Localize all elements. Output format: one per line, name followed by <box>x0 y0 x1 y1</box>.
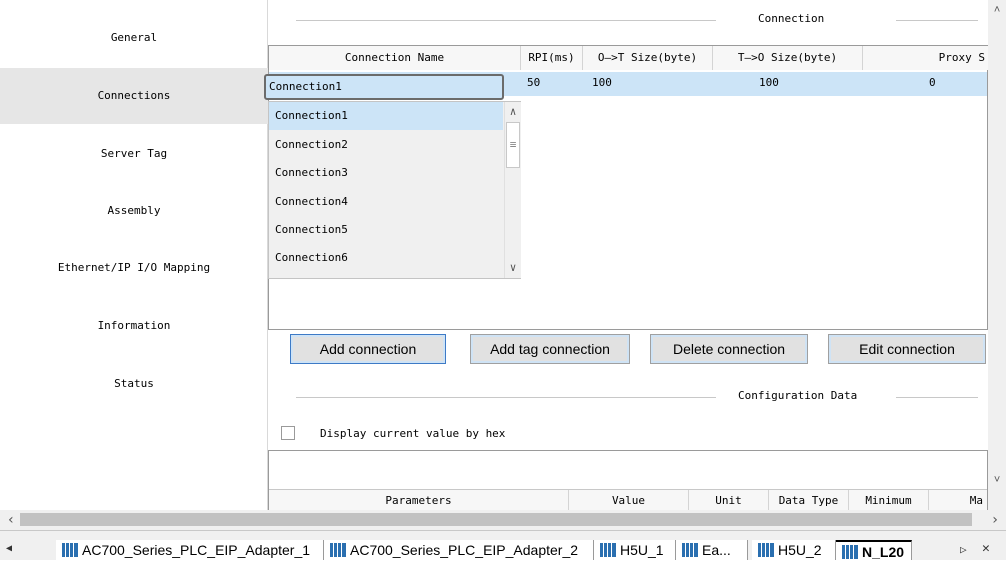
scroll-down-icon[interactable]: ˅ <box>988 472 1006 488</box>
config-data-table: Parameters Value Unit Data Type Minimum … <box>268 450 988 512</box>
section-divider <box>896 20 978 21</box>
tab-h5u-2[interactable]: H5U_2 <box>752 540 836 560</box>
plc-icon <box>600 543 616 557</box>
plc-icon <box>682 543 698 557</box>
connection-dropdown-list[interactable]: Connection1 Connection2 Connection3 Conn… <box>268 101 521 279</box>
close-icon[interactable]: ✕ <box>982 541 990 556</box>
config-section-title: Configuration Data <box>730 389 866 402</box>
tab-h5u-1[interactable]: H5U_1 <box>594 540 676 560</box>
to-size-cell[interactable]: 100 <box>759 72 779 94</box>
tab-ea[interactable]: Ea... <box>676 540 748 560</box>
column-header-unit[interactable]: Unit <box>689 490 769 512</box>
column-header-connection-name[interactable]: Connection Name <box>269 46 521 70</box>
add-connection-button[interactable]: Add connection <box>290 334 446 364</box>
tab-n-l20[interactable]: N_L20 <box>836 540 912 560</box>
scroll-right-icon[interactable]: › <box>988 511 1002 529</box>
connection-section-title: Connection <box>750 12 833 25</box>
connection-name-combobox[interactable]: Connection1 <box>264 74 504 100</box>
horizontal-scrollbar[interactable]: ‹ › <box>0 510 1006 530</box>
dropdown-scrollbar[interactable]: ∧ ≡ ∨ <box>504 102 521 278</box>
rpi-cell[interactable]: 50 <box>527 72 540 94</box>
sidebar-item-server-tag[interactable]: Server Tag <box>0 126 268 182</box>
scroll-up-icon[interactable]: ∧ <box>505 104 521 120</box>
scroll-thumb[interactable]: ≡ <box>506 122 520 168</box>
dropdown-option[interactable]: Connection2 <box>269 131 503 159</box>
tab-label: N_L20 <box>862 544 905 560</box>
dropdown-option[interactable]: Connection4 <box>269 188 503 216</box>
dropdown-option[interactable]: Connection6 <box>269 244 503 272</box>
scroll-down-icon[interactable]: ∨ <box>505 260 521 276</box>
add-tag-connection-button[interactable]: Add tag connection <box>470 334 630 364</box>
section-divider <box>296 397 716 398</box>
display-hex-label: Display current value by hex <box>320 427 506 440</box>
tabs-scroll-right-icon[interactable]: ▷ <box>960 543 967 556</box>
column-header-value[interactable]: Value <box>569 490 689 512</box>
tab-label: AC700_Series_PLC_EIP_Adapter_1 <box>82 542 311 558</box>
column-header-ot-size[interactable]: O—>T Size(byte) <box>583 46 713 70</box>
delete-connection-button[interactable]: Delete connection <box>650 334 808 364</box>
plc-icon <box>62 543 78 557</box>
column-header-maximum[interactable]: Ma <box>929 490 987 512</box>
column-header-rpi[interactable]: RPI(ms) <box>521 46 583 70</box>
dropdown-option[interactable]: Connection3 <box>269 159 503 187</box>
config-table-header: Parameters Value Unit Data Type Minimum … <box>269 489 987 512</box>
proxy-cell[interactable]: 0 <box>929 72 936 94</box>
tab-label: Ea... <box>702 542 731 558</box>
tab-ac700-adapter-2[interactable]: AC700_Series_PLC_EIP_Adapter_2 <box>324 540 594 560</box>
grip-icon: ≡ <box>509 138 517 151</box>
sidebar-item-information[interactable]: Information <box>0 298 268 354</box>
sidebar-item-general[interactable]: General <box>0 10 268 66</box>
plc-icon <box>330 543 346 557</box>
column-header-to-size[interactable]: T—>O Size(byte) <box>713 46 863 70</box>
sidebar-item-ethernet-ip-io-mapping[interactable]: Ethernet/IP I/O Mapping <box>0 240 268 296</box>
ot-size-cell[interactable]: 100 <box>592 72 612 94</box>
plc-icon <box>758 543 774 557</box>
sidebar: General Connections Server Tag Assembly … <box>0 0 268 510</box>
tab-label: H5U_1 <box>620 542 664 558</box>
section-divider <box>296 20 716 21</box>
tab-ac700-adapter-1[interactable]: AC700_Series_PLC_EIP_Adapter_1 <box>56 540 324 560</box>
dropdown-option[interactable]: Connection1 <box>269 102 503 130</box>
sidebar-item-assembly[interactable]: Assembly <box>0 183 268 239</box>
tab-label: H5U_2 <box>778 542 822 558</box>
main-vertical-scrollbar[interactable]: ˄ ˅ <box>988 0 1006 510</box>
connection-name-value[interactable]: Connection1 <box>269 76 342 98</box>
scroll-up-icon[interactable]: ˄ <box>988 2 1006 18</box>
tabs-scroll-left-icon[interactable]: ◀ <box>6 543 12 554</box>
display-hex-checkbox[interactable] <box>281 426 295 440</box>
column-header-parameters[interactable]: Parameters <box>269 490 569 512</box>
edit-connection-button[interactable]: Edit connection <box>828 334 986 364</box>
section-divider <box>896 397 978 398</box>
scroll-thumb[interactable] <box>20 513 972 526</box>
sidebar-item-connections[interactable]: Connections <box>0 68 268 124</box>
tab-label: AC700_Series_PLC_EIP_Adapter_2 <box>350 542 579 558</box>
sidebar-item-status[interactable]: Status <box>0 356 268 412</box>
dropdown-option[interactable]: Connection5 <box>269 216 503 244</box>
plc-icon <box>842 545 858 559</box>
column-header-minimum[interactable]: Minimum <box>849 490 929 512</box>
column-header-data-type[interactable]: Data Type <box>769 490 849 512</box>
scroll-left-icon[interactable]: ‹ <box>4 511 18 529</box>
column-header-proxy[interactable]: Proxy S <box>863 46 989 70</box>
